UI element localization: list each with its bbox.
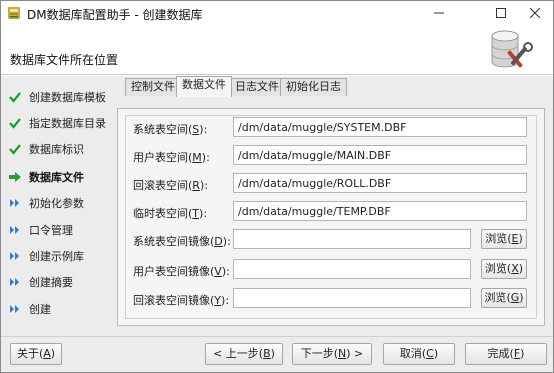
- rollback-tablespace-input[interactable]: /dm/data/muggle/ROLL.DBF: [233, 173, 527, 193]
- minimize-icon: [434, 12, 444, 14]
- step-init-params: 初始化参数: [7, 193, 111, 213]
- about-button[interactable]: 关于(A): [10, 343, 62, 365]
- system-mirror-label: 系统表空间镜像(D):: [133, 235, 231, 248]
- step-label: 初始化参数: [29, 197, 84, 210]
- step-label: 创建数据库模板: [29, 91, 106, 104]
- step-summary: 创建摘要: [7, 272, 111, 292]
- wizard-content: 创建数据库模板 指定数据库目录 数据库标识 数据库文件 初始化参数 口令管理 创…: [1, 76, 553, 336]
- prev-button[interactable]: < 上一步(B): [205, 343, 283, 365]
- rollback-mirror-label: 回滚表空间镜像(Y):: [133, 294, 230, 307]
- window-title: DM数据库配置助手 - 创建数据库: [27, 8, 203, 22]
- cancel-button[interactable]: 取消(C): [383, 343, 455, 365]
- step-create-template: 创建数据库模板: [7, 87, 111, 107]
- close-icon: [530, 8, 540, 18]
- minimize-button[interactable]: [421, 1, 457, 25]
- step-label: 指定数据库目录: [29, 117, 106, 130]
- arrow-right-icon: [9, 172, 21, 182]
- double-chevron-icon: [10, 199, 19, 207]
- rollback-mirror-input[interactable]: [233, 288, 471, 308]
- double-chevron-icon: [10, 226, 19, 234]
- tab-init-log[interactable]: 初始化日志: [280, 78, 347, 96]
- user-mirror-input[interactable]: [233, 259, 471, 279]
- tab-data-file[interactable]: 数据文件: [176, 76, 232, 97]
- browse-user-mirror-button[interactable]: 浏览(X): [481, 259, 527, 279]
- step-list: 创建数据库模板 指定数据库目录 数据库标识 数据库文件 初始化参数 口令管理 创…: [7, 81, 111, 325]
- step-label: 数据库文件: [29, 171, 84, 184]
- step-sample-db: 创建示例库: [7, 246, 111, 266]
- system-tablespace-label: 系统表空间(S):: [133, 123, 208, 136]
- title-bar: DM数据库配置助手 - 创建数据库: [1, 1, 553, 25]
- step-create: 创建: [7, 299, 111, 319]
- step-db-directory: 指定数据库目录: [7, 113, 111, 133]
- next-button[interactable]: 下一步(N) >: [292, 343, 372, 365]
- browse-rollback-mirror-button[interactable]: 浏览(G): [481, 288, 527, 308]
- tab-log-file[interactable]: 日志文件: [229, 78, 285, 96]
- step-label: 创建摘要: [29, 276, 73, 289]
- step-label: 创建: [29, 303, 51, 316]
- database-tools-icon: [491, 30, 533, 68]
- close-button[interactable]: [517, 1, 553, 25]
- user-mirror-label: 用户表空间镜像(V):: [133, 265, 230, 278]
- maximize-button[interactable]: [483, 1, 519, 25]
- rollback-tablespace-label: 回滚表空间(R):: [133, 179, 208, 192]
- double-chevron-icon: [10, 305, 19, 313]
- step-label: 创建示例库: [29, 250, 84, 263]
- step-label: 数据库标识: [29, 143, 84, 156]
- step-label: 口令管理: [29, 224, 73, 237]
- checkmark-icon: [9, 118, 21, 129]
- wizard-footer: 关于(A) < 上一步(B) 下一步(N) > 取消(C) 完成(F): [1, 336, 553, 372]
- wizard-window: DM数据库配置助手 - 创建数据库 数据库文件所在位置 创建数据库模板 指定数据…: [0, 0, 554, 373]
- system-mirror-input[interactable]: [233, 229, 471, 249]
- step-password: 口令管理: [7, 220, 111, 240]
- step-db-files: 数据库文件: [7, 167, 111, 187]
- step-db-identity: 数据库标识: [7, 139, 111, 159]
- temp-tablespace-input[interactable]: /dm/data/muggle/TEMP.DBF: [233, 201, 527, 221]
- checkmark-icon: [9, 92, 21, 103]
- double-chevron-icon: [10, 252, 19, 260]
- tab-control-file[interactable]: 控制文件: [125, 78, 181, 96]
- checkmark-icon: [9, 144, 21, 155]
- user-tablespace-label: 用户表空间(M):: [133, 151, 210, 164]
- maximize-icon: [496, 8, 506, 18]
- browse-system-mirror-button[interactable]: 浏览(E): [481, 229, 527, 249]
- system-tablespace-input[interactable]: /dm/data/muggle/SYSTEM.DBF: [233, 117, 527, 137]
- app-icon: [8, 7, 20, 19]
- finish-button[interactable]: 完成(F): [465, 343, 547, 365]
- page-title: 数据库文件所在位置: [10, 53, 119, 67]
- double-chevron-icon: [10, 278, 19, 286]
- temp-tablespace-label: 临时表空间(T):: [133, 207, 208, 220]
- wizard-header: 数据库文件所在位置: [1, 25, 553, 75]
- user-tablespace-input[interactable]: /dm/data/muggle/MAIN.DBF: [233, 145, 527, 165]
